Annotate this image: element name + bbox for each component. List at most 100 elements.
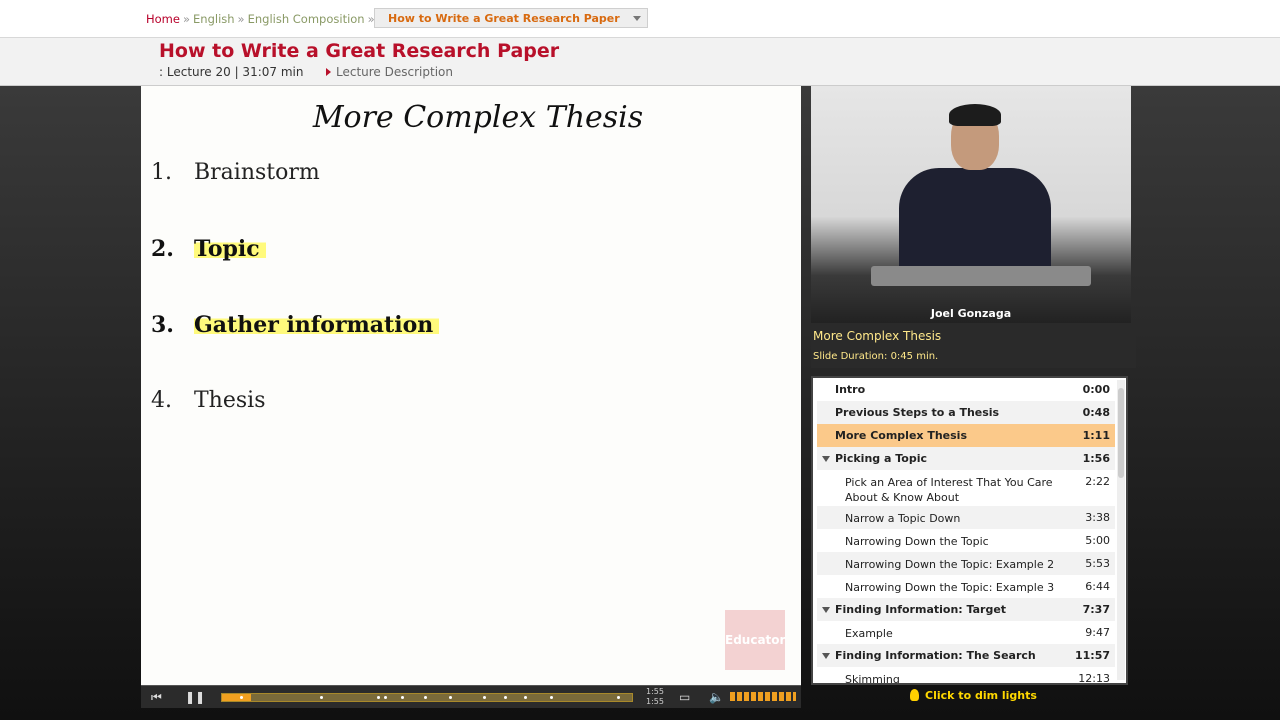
- slide-item-text: Gather information: [194, 312, 440, 338]
- toc-item-label: Finding Information: Target: [835, 603, 1007, 616]
- table-of-contents: Intro 0:00 Previous Steps to a Thesis 0:48…: [811, 376, 1128, 685]
- expand-arrow-icon[interactable]: [822, 456, 830, 462]
- toc-item-time: 5:53: [1085, 557, 1110, 570]
- breadcrumb-course-link[interactable]: English Composition: [248, 12, 365, 26]
- slide-item-number: 4.: [151, 388, 172, 413]
- toc-item-time: 0:00: [1082, 383, 1110, 396]
- dim-lights-button[interactable]: Click to dim lights: [811, 686, 1136, 708]
- lightbulb-icon: [910, 689, 920, 701]
- toc-item-label: Narrowing Down the Topic: Example 3: [845, 581, 1055, 594]
- toc-item[interactable]: Previous Steps to a Thesis 0:48: [817, 401, 1115, 424]
- toc-item-label: Narrowing Down the Topic: Example 2: [845, 558, 1055, 571]
- toc-item-label: Narrowing Down the Topic: [845, 535, 989, 548]
- toc-section[interactable]: Finding Information: Target 7:37: [817, 598, 1115, 621]
- slide-item: 2. Topic: [151, 236, 266, 262]
- expand-arrow-icon[interactable]: [822, 653, 830, 659]
- toc-item-label: Picking a Topic: [835, 452, 927, 465]
- chapter-marker[interactable]: [384, 696, 387, 699]
- toc-item-time: 1:11: [1082, 429, 1110, 442]
- slide-item-number: 1.: [151, 160, 172, 185]
- toc-item[interactable]: Intro 0:00: [817, 378, 1115, 401]
- chapter-marker[interactable]: [401, 696, 404, 699]
- presenter-body: [899, 168, 1051, 278]
- time-current: 1:55: [646, 687, 664, 696]
- toc-subitem[interactable]: Narrowing Down the Topic 5:00: [817, 529, 1115, 552]
- time-total: 1:55: [646, 697, 664, 706]
- slide-title: More Complex Thesis: [312, 100, 644, 135]
- chapter-marker[interactable]: [524, 696, 527, 699]
- chapter-marker[interactable]: [483, 696, 486, 699]
- progress-bar[interactable]: [221, 693, 633, 702]
- chapter-marker[interactable]: [504, 696, 507, 699]
- page-title: How to Write a Great Research Paper: [159, 40, 560, 62]
- toc-item-label: Previous Steps to a Thesis: [835, 406, 1000, 419]
- lecture-description-label: Lecture Description: [336, 65, 453, 79]
- lecture-info: : Lecture 20 | 31:07 min: [159, 65, 304, 79]
- breadcrumb-separator: »: [182, 12, 191, 26]
- slide-item-number: 2.: [151, 236, 174, 262]
- slide-item-number: 3.: [151, 312, 174, 338]
- toc-subitem[interactable]: Narrowing Down the Topic: Example 3 6:44: [817, 575, 1115, 598]
- time-display: 1:55 1:55: [646, 687, 664, 707]
- chapter-marker[interactable]: [449, 696, 452, 699]
- slide-duration: Slide Duration: 0:45 min.: [813, 351, 939, 362]
- toc-item-time: 7:37: [1082, 603, 1110, 616]
- toc-item-label: Example: [845, 627, 893, 640]
- lecture-dropdown[interactable]: How to Write a Great Research Paper: [374, 8, 648, 28]
- toc-item-time: 9:47: [1085, 626, 1110, 639]
- progress-fill: [222, 694, 251, 701]
- toc-subitem[interactable]: Example 9:47: [817, 621, 1115, 644]
- presenter-video: Joel Gonzaga: [811, 86, 1131, 323]
- fullscreen-icon[interactable]: ▭: [679, 689, 690, 705]
- slide-area: More Complex Thesis 1. Brainstorm 2. Topic…: [141, 86, 801, 685]
- toc-item-label: Skimming: [845, 673, 900, 685]
- title-bar: How to Write a Great Research Paper : Le…: [0, 38, 1280, 86]
- chapter-marker[interactable]: [550, 696, 553, 699]
- breadcrumb-subject-link[interactable]: English: [193, 12, 235, 26]
- toc-item-active[interactable]: More Complex Thesis 1:11: [817, 424, 1115, 447]
- chapter-marker[interactable]: [424, 696, 427, 699]
- presenter-desk: [871, 266, 1091, 286]
- skip-back-icon[interactable]: ⏮: [151, 689, 162, 705]
- slide-item: 4. Thesis: [151, 388, 265, 413]
- slide-item: 1. Brainstorm: [151, 160, 320, 185]
- toc-section[interactable]: Picking a Topic 1:56: [817, 447, 1115, 470]
- educator-watermark-logo: Educator: [725, 610, 785, 670]
- toc-scrollbar[interactable]: [1117, 380, 1125, 680]
- slide-item-text: Topic: [194, 236, 266, 262]
- pause-icon[interactable]: ❚❚: [185, 689, 205, 705]
- presenter-hair: [949, 104, 1001, 126]
- toc-item-time: 3:38: [1085, 511, 1110, 524]
- lecture-dropdown-label: How to Write a Great Research Paper: [388, 12, 620, 25]
- breadcrumb-home-link[interactable]: Home: [146, 12, 180, 26]
- player-controls: ⏮ ❚❚ 1:55 1:55 ▭ 🔈: [141, 685, 801, 708]
- toc-subitem[interactable]: Pick an Area of Interest That You Care A…: [817, 470, 1115, 506]
- expand-arrow-icon[interactable]: [822, 607, 830, 613]
- toc-item-label: Narrow a Topic Down: [845, 512, 961, 525]
- toc-scroll-thumb[interactable]: [1118, 388, 1124, 478]
- toc-section[interactable]: Finding Information: The Search 11:57: [817, 644, 1115, 667]
- slide-item-text: Thesis: [194, 388, 266, 413]
- caret-right-icon: [326, 68, 331, 76]
- current-slide-name: More Complex Thesis: [813, 329, 942, 343]
- slide-item-text: Brainstorm: [194, 160, 320, 185]
- toc-item-label: Pick an Area of Interest That You Care A…: [845, 476, 1053, 504]
- toc-subitem[interactable]: Narrowing Down the Topic: Example 2 5:53: [817, 552, 1115, 575]
- toc-item-time: 11:57: [1074, 649, 1110, 662]
- toc-item-time: 5:00: [1085, 534, 1110, 547]
- chapter-marker[interactable]: [320, 696, 323, 699]
- toc-subitem[interactable]: Narrow a Topic Down 3:38: [817, 506, 1115, 529]
- slide-info-box: More Complex Thesis Slide Duration: 0:45…: [811, 323, 1136, 368]
- toc-item-time: 12:13: [1078, 672, 1110, 685]
- lecture-description-link[interactable]: Lecture Description: [326, 65, 453, 79]
- toc-item-label: More Complex Thesis: [835, 429, 967, 442]
- volume-slider[interactable]: [730, 692, 796, 701]
- toc-item-label: Finding Information: The Search: [835, 649, 1036, 662]
- chapter-marker[interactable]: [240, 696, 243, 699]
- toc-item-time: 0:48: [1082, 406, 1110, 419]
- toc-subitem[interactable]: Skimming 12:13: [817, 667, 1115, 685]
- top-bar: Home» English» English Composition» How to…: [0, 0, 1280, 38]
- chapter-marker[interactable]: [377, 696, 380, 699]
- chapter-marker[interactable]: [617, 696, 620, 699]
- volume-icon[interactable]: 🔈: [709, 689, 724, 705]
